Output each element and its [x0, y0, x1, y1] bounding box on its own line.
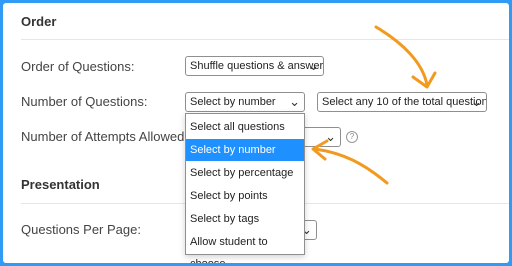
- annotation-arrows: [311, 25, 437, 185]
- arrow-to-any-select: [374, 25, 429, 87]
- arrow-to-selected-option: [313, 147, 389, 185]
- settings-panel: Order Order of Questions: Shuffle questi…: [3, 3, 509, 263]
